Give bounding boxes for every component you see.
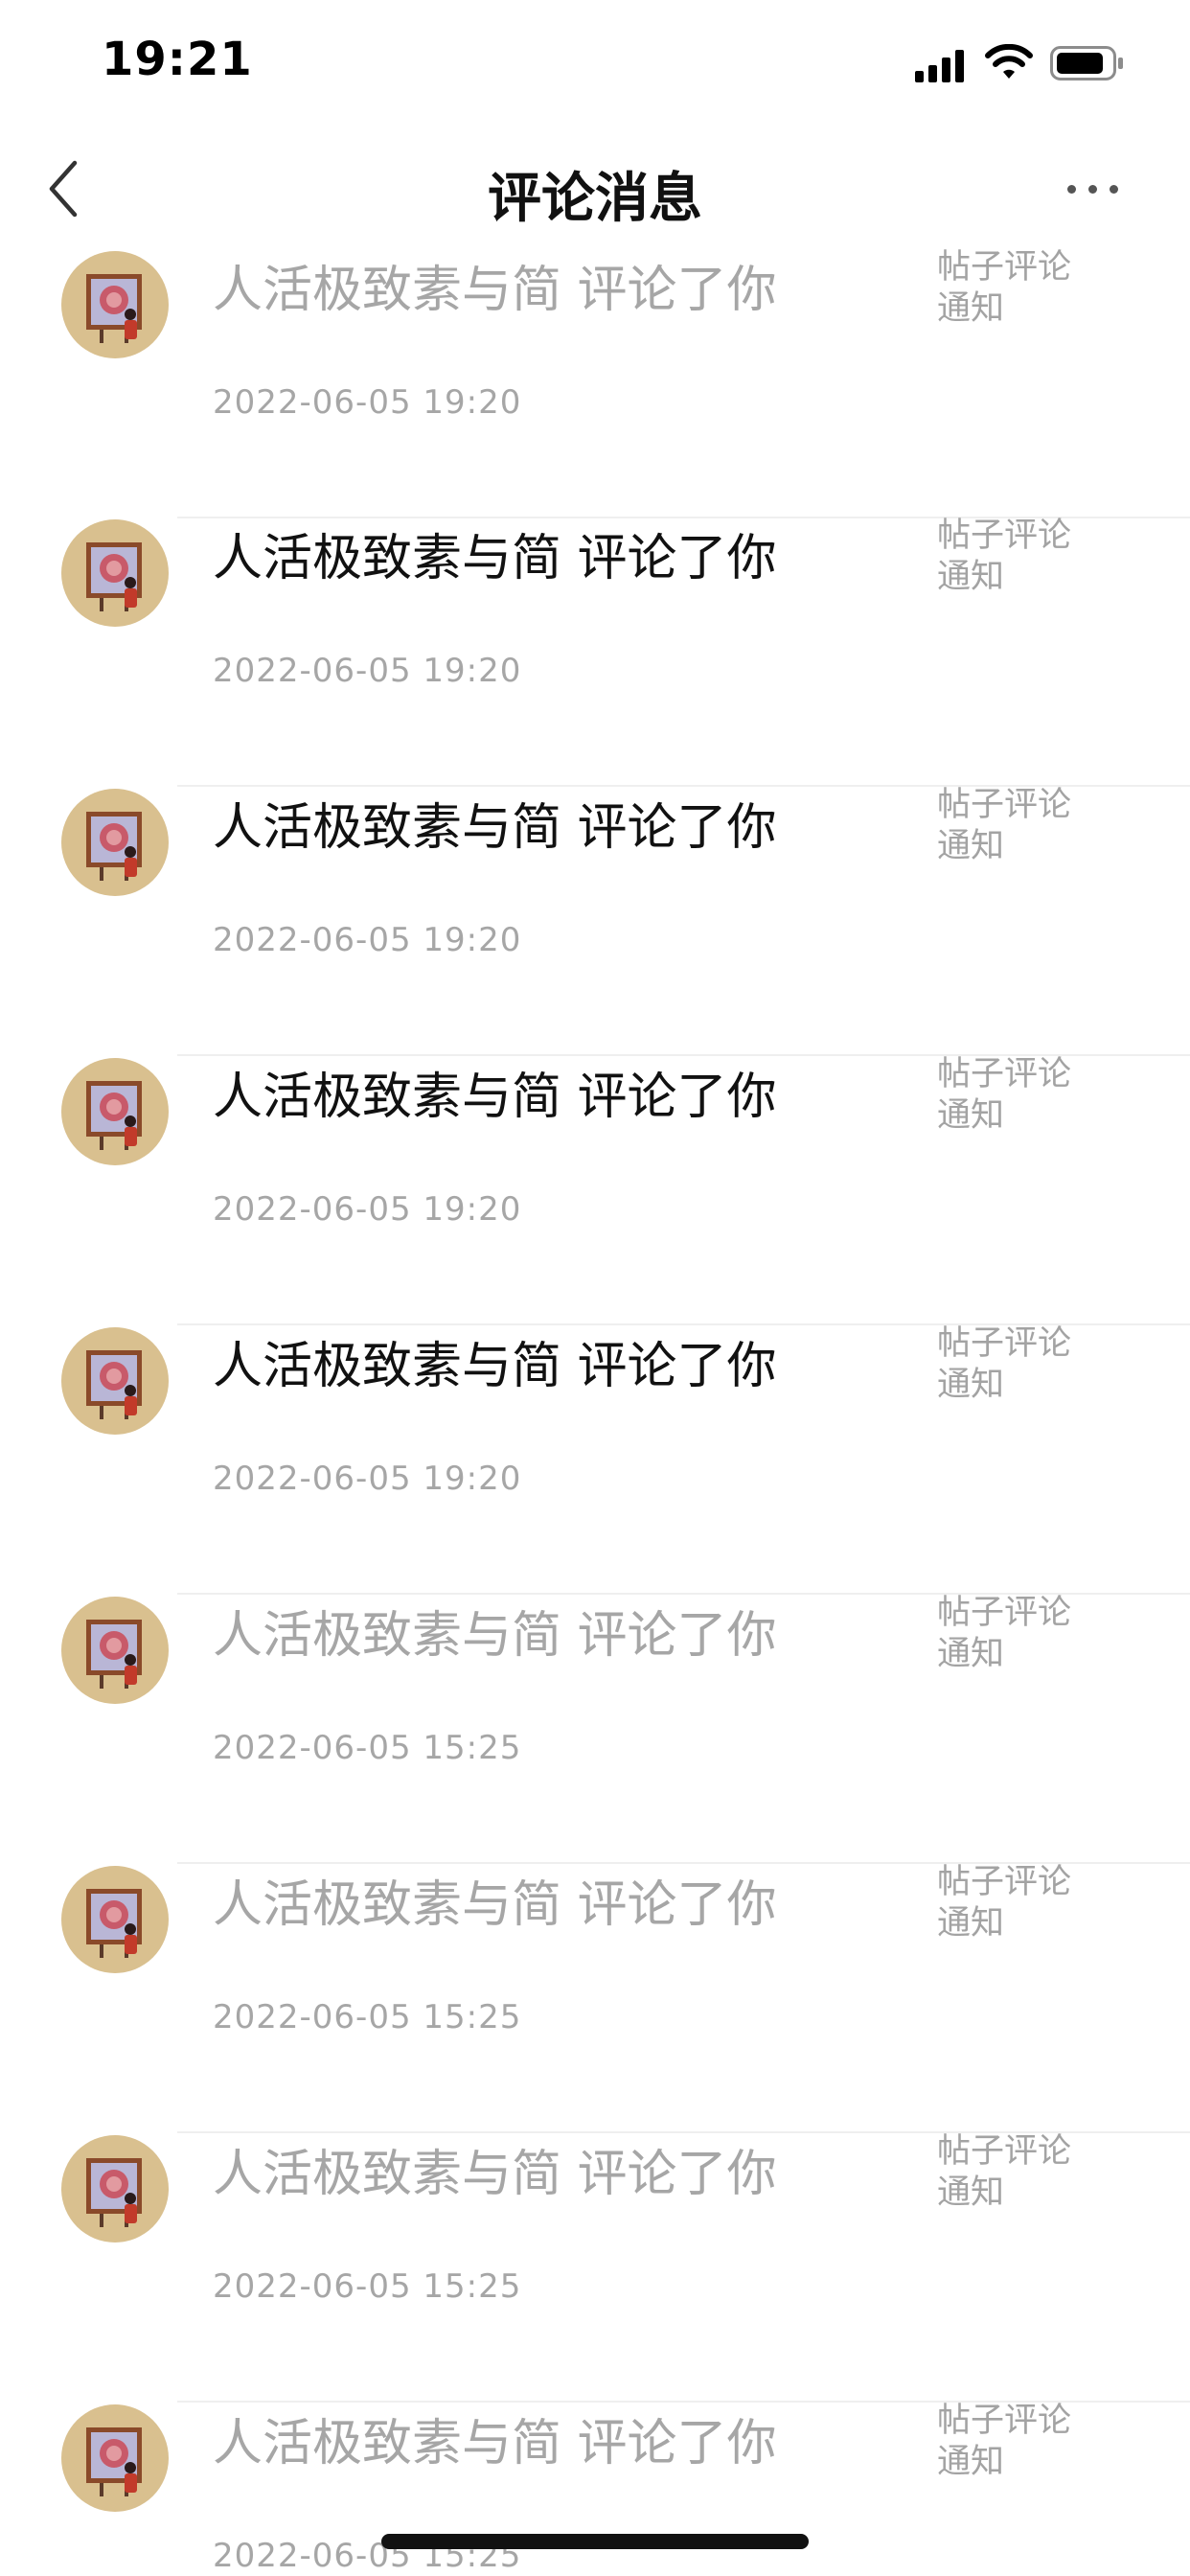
notification-time: 2022-06-05 19:20 [213,1460,522,1498]
notification-title: 人活极致素与简 评论了你 [213,262,777,319]
notification-title: 人活极致素与简 评论了你 [213,1607,777,1665]
screen: 19:21 评论消息 人活极致素与简 评论了你 2022-06-05 19:20… [0,0,1190,2576]
status-time: 19:21 [102,33,253,86]
notification-type-line: 帖子评论 [937,1594,1072,1632]
painting-avatar-icon [86,2158,142,2227]
cellular-signal-icon [915,50,965,82]
notification-type: 帖子评论 通知 [937,1054,1090,1137]
avatar[interactable] [61,1866,169,1973]
more-horizontal-icon [1067,185,1076,194]
notification-time: 2022-06-05 19:20 [213,652,522,690]
notification-type-line: 帖子评论 [937,2402,1072,2440]
home-indicator [381,2534,809,2549]
page-title: 评论消息 [488,168,702,230]
notification-type-line: 通知 [937,289,1005,328]
notification-item[interactable]: 人活极致素与简 评论了你 2022-06-05 19:20 帖子评论 通知 [0,516,1190,787]
painting-avatar-icon [86,1350,142,1419]
notification-time: 2022-06-05 19:20 [213,383,522,422]
nav-bar: 评论消息 [0,126,1190,251]
notification-item[interactable]: 人活极致素与简 评论了你 2022-06-05 19:20 帖子评论 通知 [0,247,1190,518]
notification-time: 2022-06-05 19:20 [213,1190,522,1229]
notification-item[interactable]: 人活极致素与简 评论了你 2022-06-05 19:20 帖子评论 通知 [0,1323,1190,1595]
notification-type-line: 通知 [937,1904,1005,1943]
notification-title: 人活极致素与简 评论了你 [213,2146,777,2203]
notification-type-line: 帖子评论 [937,1863,1072,1901]
painting-avatar-icon [86,1889,142,1958]
notification-item[interactable]: 人活极致素与简 评论了你 2022-06-05 19:20 帖子评论 通知 [0,785,1190,1056]
avatar[interactable] [61,519,169,627]
more-dot [1110,185,1118,194]
notification-title: 人活极致素与简 评论了你 [213,799,777,857]
avatar[interactable] [61,789,169,896]
notification-type-line: 通知 [937,827,1005,865]
avatar[interactable] [61,2404,169,2512]
notification-type-line: 帖子评论 [937,517,1072,555]
notification-type: 帖子评论 通知 [937,1323,1090,1406]
notification-item[interactable]: 人活极致素与简 评论了你 2022-06-05 15:25 帖子评论 通知 [0,2131,1190,2403]
painting-avatar-icon [86,1081,142,1150]
notification-type: 帖子评论 通知 [937,516,1090,598]
notification-time: 2022-06-05 15:25 [213,2267,522,2306]
notification-type-line: 通知 [937,1635,1005,1673]
notification-type: 帖子评论 通知 [937,1862,1090,1944]
notification-type-line: 帖子评论 [937,1055,1072,1093]
notification-time: 2022-06-05 15:25 [213,1729,522,1767]
avatar[interactable] [61,2135,169,2242]
notification-type: 帖子评论 通知 [937,247,1090,330]
painting-avatar-icon [86,542,142,611]
notification-title: 人活极致素与简 评论了你 [213,530,777,587]
more-button[interactable] [1054,155,1131,222]
notification-type-line: 通知 [937,1366,1005,1404]
notification-title: 人活极致素与简 评论了你 [213,2415,777,2472]
notification-time: 2022-06-05 19:20 [213,921,522,959]
more-dot [1088,185,1097,194]
notification-time: 2022-06-05 15:25 [213,1998,522,2036]
painting-avatar-icon [86,1620,142,1689]
notification-type: 帖子评论 通知 [937,785,1090,867]
notification-title: 人活极致素与简 评论了你 [213,1338,777,1395]
notification-type-line: 通知 [937,558,1005,596]
notification-type-line: 帖子评论 [937,1324,1072,1363]
notification-item[interactable]: 人活极致素与简 评论了你 2022-06-05 19:20 帖子评论 通知 [0,1054,1190,1325]
battery-icon [1050,46,1123,80]
notification-item[interactable]: 人活极致素与简 评论了你 2022-06-05 15:25 帖子评论 通知 [0,1862,1190,2133]
notification-item[interactable]: 人活极致素与简 评论了你 2022-06-05 15:25 帖子评论 通知 [0,1593,1190,1864]
notification-type-line: 通知 [937,1096,1005,1135]
notification-type: 帖子评论 通知 [937,2401,1090,2483]
painting-avatar-icon [86,2427,142,2496]
status-bar: 19:21 [0,0,1190,126]
notification-title: 人活极致素与简 评论了你 [213,1069,777,1126]
wifi-icon [985,44,1033,79]
notification-type-line: 通知 [937,2174,1005,2212]
avatar[interactable] [61,251,169,358]
avatar[interactable] [61,1597,169,1704]
avatar[interactable] [61,1327,169,1435]
avatar[interactable] [61,1058,169,1165]
notification-title: 人活极致素与简 评论了你 [213,1876,777,1934]
painting-avatar-icon [86,812,142,881]
notification-type-line: 帖子评论 [937,786,1072,824]
notification-item[interactable]: 人活极致素与简 评论了你 2022-06-05 15:25 帖子评论 通知 [0,2401,1190,2576]
notification-type: 帖子评论 通知 [937,2131,1090,2214]
notification-type: 帖子评论 通知 [937,1593,1090,1675]
notification-type-line: 帖子评论 [937,2132,1072,2171]
notification-type-line: 帖子评论 [937,248,1072,287]
painting-avatar-icon [86,274,142,343]
notification-type-line: 通知 [937,2443,1005,2481]
